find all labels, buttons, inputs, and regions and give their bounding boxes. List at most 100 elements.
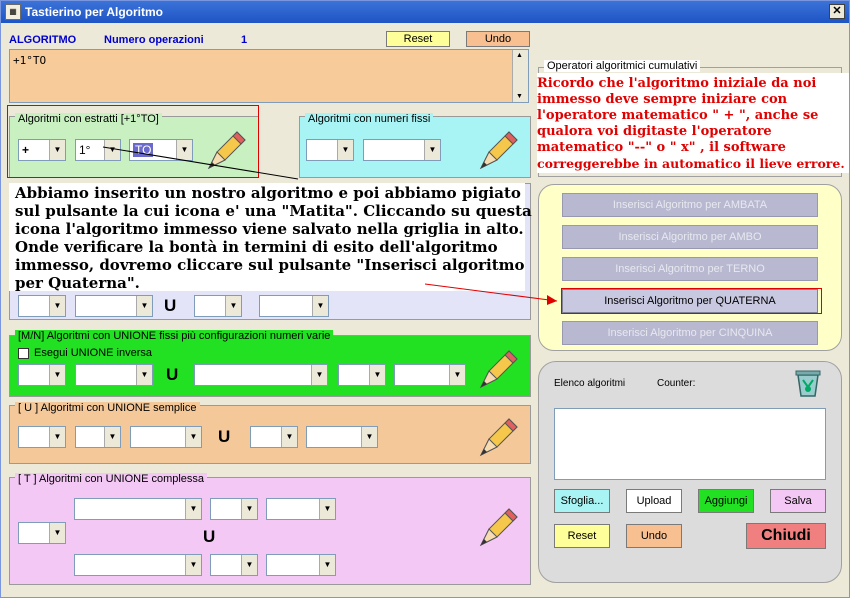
t-complex-bottom-select-1[interactable]: ▼ [74, 554, 202, 576]
estratti-wheel-select[interactable]: TO ▼ [129, 139, 193, 161]
chevron-down-icon: ▼ [424, 140, 440, 160]
hidden-u-label: U [164, 296, 177, 315]
t-complex-bottom-select-3[interactable]: ▼ [266, 554, 336, 576]
black-note-line-0: Abbiamo inserito un nostro algoritmo e p… [15, 184, 521, 202]
u-simple-op-select[interactable]: ▼ [18, 426, 66, 448]
t-complex-op-select[interactable]: ▼ [18, 522, 66, 544]
counter-label: Counter: [657, 378, 696, 389]
red-note-line-3: qualora voi digitaste l'operatore [537, 124, 772, 139]
chevron-down-icon: ▼ [136, 296, 152, 316]
chevron-down-icon: ▼ [49, 427, 65, 447]
header-reset-button[interactable]: Reset [386, 31, 450, 47]
chiudi-button[interactable]: Chiudi [746, 523, 826, 549]
insert-cinquina-button[interactable]: Inserisci Algoritmo per CINQUINA [562, 321, 818, 345]
elenco-list[interactable] [554, 408, 826, 480]
t-complex-top-select-2[interactable]: ▼ [210, 498, 258, 520]
estratti-wheel-value: TO [133, 143, 154, 157]
title-bar: ▦ Tastierino per Algoritmo ✕ [1, 1, 849, 23]
chevron-down-icon: ▼ [361, 427, 377, 447]
num-operazioni-value: 1 [241, 34, 248, 46]
chevron-down-icon: ▼ [136, 365, 152, 385]
num-operazioni-label: Numero operazioni [104, 34, 204, 46]
elenco-undo-button[interactable]: Undo [626, 524, 682, 548]
mn-inverse-checkbox[interactable] [18, 348, 29, 359]
red-note-line-1: immesso deve sempre iniziare con [537, 92, 788, 107]
estratti-legend: Algoritmi con estratti [+1°TO] [15, 113, 162, 125]
hidden-num-select[interactable]: ▼ [75, 295, 153, 317]
black-note-line-3: Onde verificare la bontà in termini di e… [15, 238, 498, 256]
estratti-op-select[interactable]: + ▼ [18, 139, 66, 161]
algoritmo-label: ALGORITMO [9, 34, 77, 46]
u-simple-pos-select[interactable]: ▼ [75, 426, 121, 448]
main-window: ▦ Tastierino per Algoritmo ✕ ALGORITMO N… [0, 0, 850, 598]
elenco-label: Elenco algoritmi [554, 378, 626, 389]
black-note-line-5: per Quaterna". [15, 274, 140, 292]
close-icon[interactable]: ✕ [829, 4, 845, 19]
algorithm-text: +1°TO [13, 54, 47, 67]
cumulativi-legend: Operatori algoritmici cumulativi [544, 60, 701, 72]
fissi-legend: Algoritmi con numeri fissi [305, 113, 434, 125]
black-note-line-1: sul pulsante la cui icona e' una "Matita… [15, 202, 532, 220]
hidden-op-select[interactable]: ▼ [18, 295, 66, 317]
hidden-num2-select[interactable]: ▼ [259, 295, 329, 317]
chevron-down-icon: ▼ [241, 499, 257, 519]
pencil-icon-u-simple[interactable] [473, 413, 521, 461]
u-simple-wheel-select[interactable]: ▼ [130, 426, 202, 448]
chevron-down-icon: ▼ [49, 296, 65, 316]
chevron-down-icon: ▼ [311, 365, 327, 385]
mn-op2-select[interactable]: ▼ [338, 364, 386, 386]
t-complex-top-select-3[interactable]: ▼ [266, 498, 336, 520]
mn-op-select[interactable]: ▼ [18, 364, 66, 386]
estratti-pos-value: 1° [79, 143, 91, 157]
recycle-bin-icon[interactable] [791, 365, 825, 399]
pencil-icon-t-complex[interactable] [473, 503, 521, 551]
red-note-line-2: l'operatore matematico " + ", anche se [537, 108, 819, 123]
chevron-down-icon: ▼ [312, 296, 328, 316]
insert-ambo-button[interactable]: Inserisci Algoritmo per AMBO [562, 225, 818, 249]
mn-num-select[interactable]: ▼ [75, 364, 153, 386]
pencil-icon-mn[interactable] [473, 345, 521, 393]
u-simple-legend: [ U ] Algoritmi con UNIONE semplice [15, 402, 200, 414]
insert-ambata-button[interactable]: Inserisci Algoritmo per AMBATA [562, 193, 818, 217]
mn-config-select[interactable]: ▼ [194, 364, 328, 386]
t-complex-bottom-select-2[interactable]: ▼ [210, 554, 258, 576]
chevron-down-icon: ▼ [337, 140, 353, 160]
chevron-down-icon: ▼ [104, 140, 120, 160]
chevron-down-icon: ▼ [319, 499, 335, 519]
red-note-line-0: Ricordo che l'algoritmo iniziale da noi [537, 76, 817, 91]
chevron-down-icon: ▼ [281, 427, 297, 447]
chevron-down-icon: ▼ [49, 523, 65, 543]
chevron-down-icon: ▼ [449, 365, 465, 385]
aggiungi-button[interactable]: Aggiungi [698, 489, 754, 513]
fissi-op-select[interactable]: ▼ [306, 139, 354, 161]
upload-button[interactable]: Upload [626, 489, 682, 513]
quaterna-highlight [561, 288, 822, 314]
chevron-down-icon: ▼ [369, 365, 385, 385]
algorithm-scrollbar[interactable]: ▲ ▼ [512, 50, 528, 102]
mn-legend: [M/N] Algoritmi con UNIONE fissi più con… [15, 330, 334, 342]
mn-num2-select[interactable]: ▼ [394, 364, 466, 386]
sfoglia-button[interactable]: Sfoglia... [554, 489, 610, 513]
header-undo-button[interactable]: Undo [466, 31, 530, 47]
chevron-down-icon: ▼ [185, 499, 201, 519]
t-complex-legend: [ T ] Algoritmi con UNIONE complessa [15, 473, 208, 485]
u-simple-op2-select[interactable]: ▼ [250, 426, 298, 448]
red-note-line-5: correggerebbe in automatico il lieve err… [537, 156, 845, 171]
fissi-number-select[interactable]: ▼ [363, 139, 441, 161]
mn-inverse-label: Esegui UNIONE inversa [34, 347, 152, 359]
chevron-down-icon: ▼ [104, 427, 120, 447]
estratti-pos-select[interactable]: 1° ▼ [75, 139, 121, 161]
pencil-icon-fissi[interactable] [473, 126, 521, 174]
pencil-icon-estratti[interactable] [201, 126, 249, 174]
u-simple-num2-select[interactable]: ▼ [306, 426, 378, 448]
app-icon[interactable]: ▦ [5, 4, 21, 20]
chevron-down-icon: ▼ [319, 555, 335, 575]
chevron-down-icon: ▼ [49, 365, 65, 385]
hidden-op2-select[interactable]: ▼ [194, 295, 242, 317]
chevron-down-icon: ▼ [185, 427, 201, 447]
algorithm-textbox[interactable]: +1°TO ▲ ▼ [9, 49, 529, 103]
insert-terno-button[interactable]: Inserisci Algoritmo per TERNO [562, 257, 818, 281]
elenco-reset-button[interactable]: Reset [554, 524, 610, 548]
t-complex-top-select-1[interactable]: ▼ [74, 498, 202, 520]
salva-button[interactable]: Salva [770, 489, 826, 513]
